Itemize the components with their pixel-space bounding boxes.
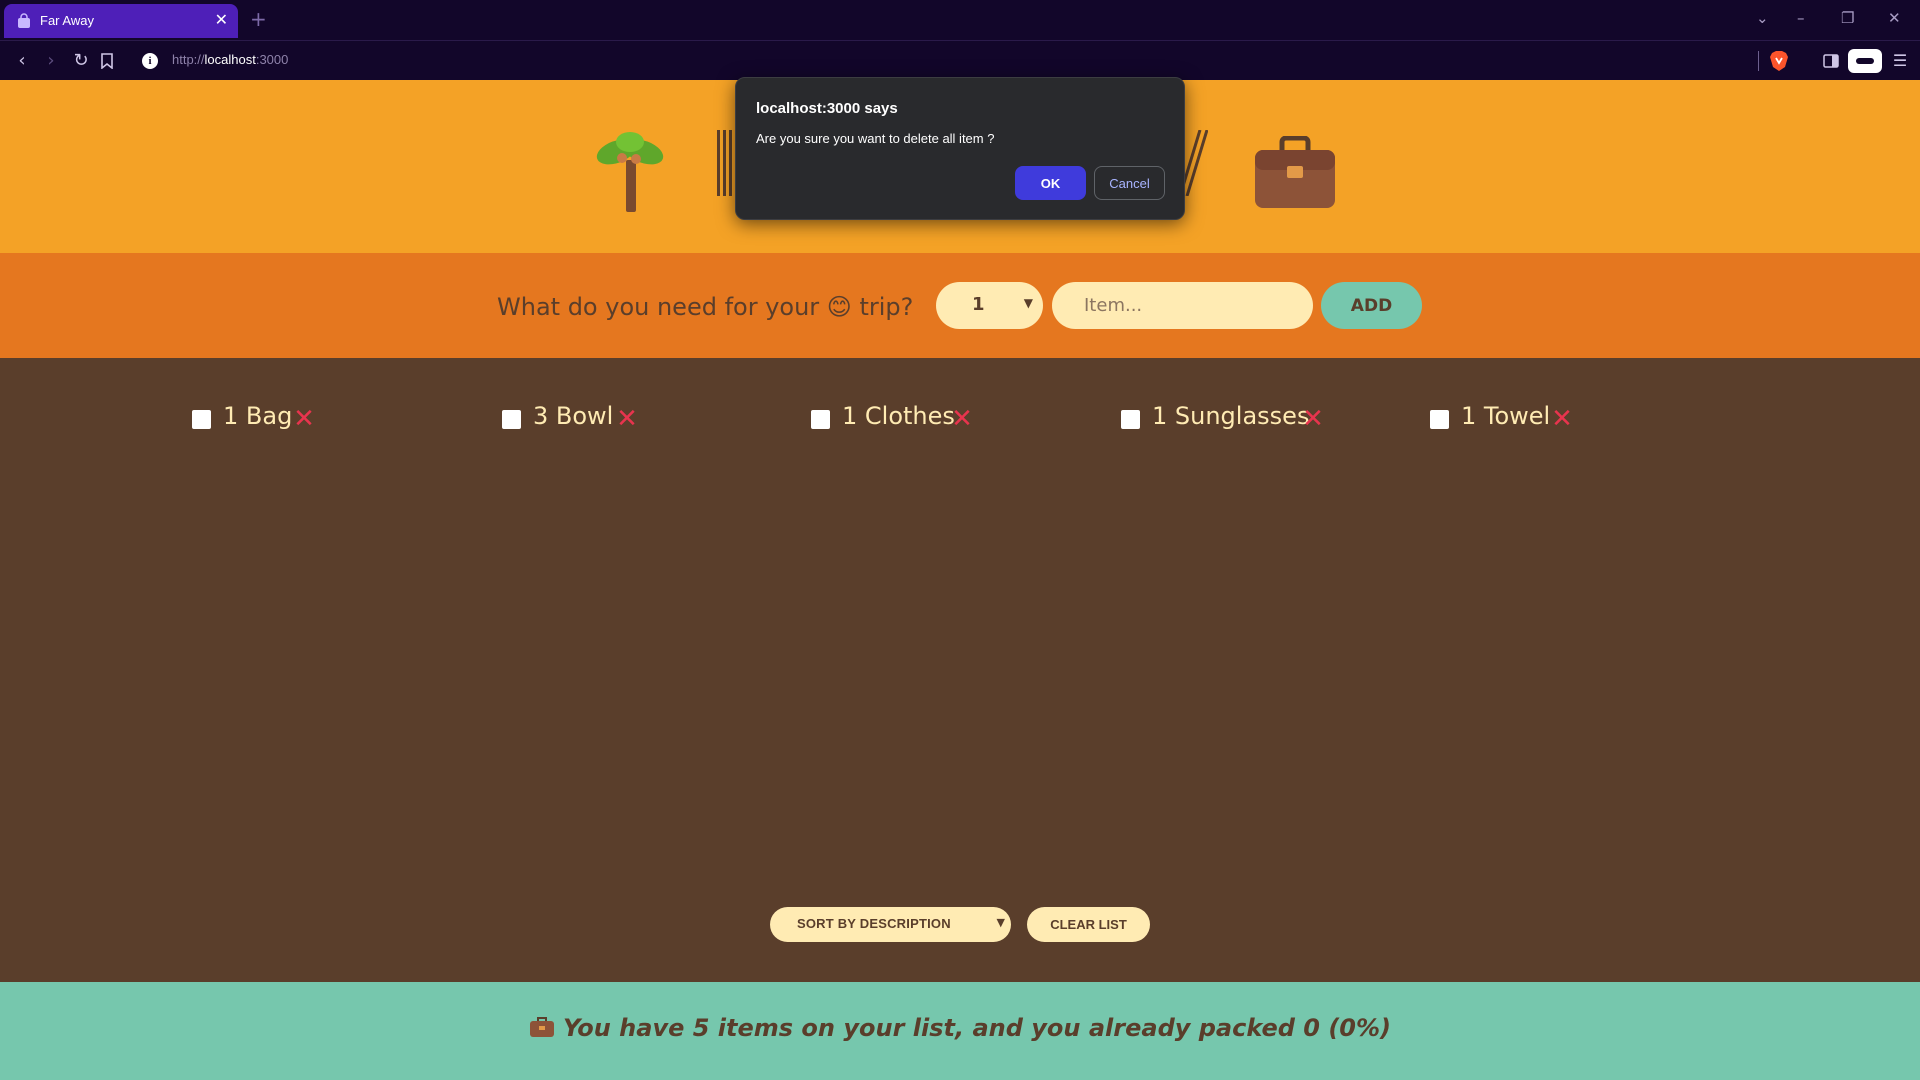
delete-icon[interactable]: ✕ [950, 406, 974, 432]
brave-shields-icon[interactable] [1769, 50, 1789, 72]
delete-icon[interactable]: ✕ [615, 406, 639, 432]
palm-tree-icon [596, 132, 664, 212]
packed-checkbox[interactable] [811, 410, 830, 429]
cancel-button[interactable]: Cancel [1094, 166, 1165, 200]
bag-icon [18, 13, 30, 28]
packed-checkbox[interactable] [1121, 410, 1140, 429]
browser-tab-bar: Far Away ✕ + ⌄ – ❐ ✕ [0, 0, 1920, 40]
clear-list-button[interactable]: CLEAR LIST [1027, 907, 1150, 942]
item-label: 1 Clothes [842, 402, 955, 430]
quantity-value: 1 [972, 294, 985, 315]
packed-checkbox[interactable] [192, 410, 211, 429]
logo-decoration [717, 130, 732, 196]
url-field[interactable]: http://localhost:3000 [172, 52, 288, 67]
delete-icon[interactable]: ✕ [1301, 406, 1325, 432]
bookmark-icon[interactable] [100, 53, 114, 69]
packed-checkbox[interactable] [502, 410, 521, 429]
delete-icon[interactable]: ✕ [292, 406, 316, 432]
tab-search-icon[interactable]: ⌄ [1756, 8, 1769, 28]
browser-address-bar: ‹ › ↻ i http://localhost:3000 ☰ [0, 40, 1920, 80]
reload-icon[interactable]: ↻ [69, 49, 93, 73]
ok-button[interactable]: OK [1015, 166, 1086, 200]
briefcase-icon [1255, 136, 1335, 208]
forward-icon[interactable]: › [39, 49, 63, 73]
item-input[interactable] [1052, 282, 1313, 329]
tab-title: Far Away [40, 13, 94, 28]
stats-footer: You have 5 items on your list, and you a… [0, 982, 1920, 1080]
chevron-down-icon: ▼ [996, 916, 1005, 929]
dialog-title: localhost:3000 says [756, 100, 898, 117]
toolbar-divider [1758, 51, 1759, 71]
site-info-icon[interactable]: i [142, 53, 158, 69]
browser-tab[interactable]: Far Away ✕ [4, 4, 238, 38]
sort-select[interactable]: SORT BY DESCRIPTION ▼ [770, 907, 1011, 942]
sidebar-icon[interactable] [1823, 53, 1839, 69]
delete-icon[interactable]: ✕ [1550, 406, 1574, 432]
close-window-button[interactable]: ✕ [1888, 8, 1901, 28]
item-label: 1 Bag [223, 402, 293, 430]
minimize-button[interactable]: – [1797, 8, 1805, 28]
menu-icon[interactable]: ☰ [1890, 49, 1910, 73]
item-label: 3 Bowl [533, 402, 614, 430]
wallet-button[interactable] [1848, 49, 1882, 73]
close-tab-icon[interactable]: ✕ [215, 11, 228, 29]
item-label: 1 Sunglasses [1152, 402, 1310, 430]
dialog-message: Are you sure you want to delete all item… [756, 131, 995, 146]
add-button[interactable]: ADD [1321, 282, 1422, 329]
new-tab-button[interactable]: + [250, 7, 267, 31]
add-item-form: What do you need for your 😊 trip? 1 ▼ AD… [0, 253, 1920, 358]
restore-button[interactable]: ❐ [1841, 8, 1854, 28]
form-question: What do you need for your 😊 trip? [497, 293, 914, 321]
stats-line: You have 5 items on your list, and you a… [0, 1014, 1920, 1042]
briefcase-icon [529, 1017, 554, 1037]
packing-list: 1 Bag ✕ 3 Bowl ✕ 1 Clothes ✕ 1 Sunglasse… [0, 358, 1920, 982]
back-icon[interactable]: ‹ [10, 49, 34, 73]
packed-checkbox[interactable] [1430, 410, 1449, 429]
stats-text: You have 5 items on your list, and you a… [562, 1014, 1392, 1042]
chevron-down-icon: ▼ [1023, 296, 1033, 310]
confirm-dialog: localhost:3000 says Are you sure you wan… [735, 77, 1185, 220]
quantity-select[interactable]: 1 ▼ [936, 282, 1043, 329]
item-label: 1 Towel [1461, 402, 1551, 430]
sort-selected-value: SORT BY DESCRIPTION [797, 916, 951, 931]
